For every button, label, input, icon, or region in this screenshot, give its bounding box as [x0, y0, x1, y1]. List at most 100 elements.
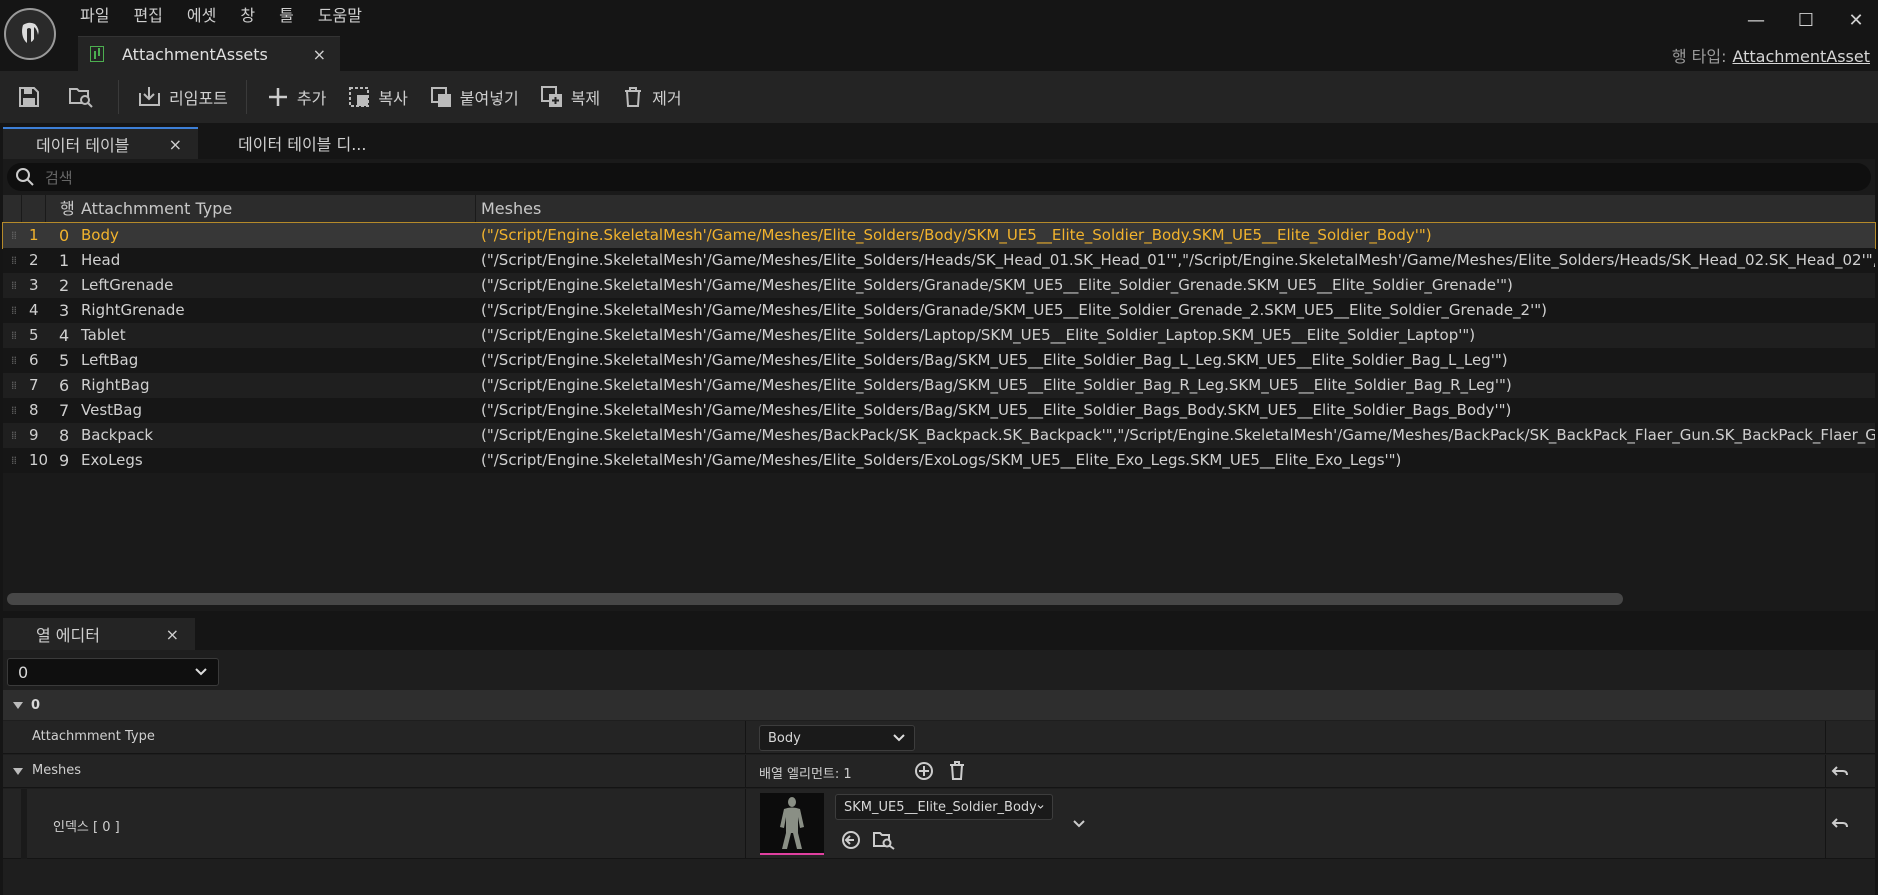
table-row[interactable]: ⁞⁞ 2 1 Head ("/Script/Engine.SkeletalMes…	[3, 248, 1875, 273]
attachment-type-dropdown[interactable]: Body	[759, 725, 915, 751]
column-splitter[interactable]	[745, 721, 746, 753]
paste-row-button[interactable]: 붙여넣기	[418, 77, 529, 117]
document-tab[interactable]: AttachmentAssets ×	[78, 36, 340, 71]
drag-handle-icon[interactable]: ⁞⁞	[11, 398, 19, 423]
table-row[interactable]: ⁞⁞ 1 0 Body ("/Script/Engine.SkeletalMes…	[2, 222, 1876, 249]
table-row[interactable]: ⁞⁞ 5 4 Tablet ("/Script/Engine.SkeletalM…	[3, 323, 1875, 348]
tab-data-table-details[interactable]: 데이터 테이블 디...	[238, 127, 398, 159]
row-type-link[interactable]: AttachmentAsset	[1732, 47, 1870, 66]
array-elements-count: 배열 엘리먼트: 1	[759, 767, 852, 782]
mesh-thumbnail[interactable]	[760, 793, 824, 855]
table-row[interactable]: ⁞⁞ 6 5 LeftBag ("/Script/Engine.Skeletal…	[3, 348, 1875, 373]
close-tab-icon[interactable]: ×	[169, 135, 182, 154]
reimport-button[interactable]: 리임포트	[127, 77, 238, 117]
reset-arrow-icon[interactable]	[1831, 817, 1849, 831]
row-meshes: ("/Script/Engine.SkeletalMesh'/Game/Mesh…	[481, 451, 1402, 469]
add-label: 추가	[296, 89, 327, 108]
use-selected-asset-icon[interactable]	[841, 830, 861, 850]
menu-tools[interactable]: 툴	[267, 4, 306, 28]
trash-icon	[620, 84, 646, 110]
drag-handle-icon[interactable]: ⁞⁞	[11, 348, 19, 373]
drag-handle-icon[interactable]: ⁞⁞	[11, 273, 19, 298]
add-element-icon[interactable]	[914, 761, 934, 781]
tab-column-editor[interactable]: 열 에디터 ×	[3, 618, 195, 650]
row-attachment-type: VestBag	[81, 401, 143, 419]
reset-arrow-icon[interactable]	[1831, 765, 1849, 779]
menu-edit[interactable]: 편집	[121, 4, 174, 28]
row-number: 1	[29, 226, 39, 244]
menu-asset[interactable]: 에셋	[175, 4, 228, 28]
drag-handle-icon[interactable]: ⁞⁞	[11, 298, 19, 323]
chevron-down-icon[interactable]	[1072, 819, 1086, 829]
expand-arrow-icon[interactable]	[13, 768, 23, 775]
row-index: 7	[59, 401, 70, 420]
column-editor-tab-bar: 열 에디터 ×	[0, 618, 1878, 650]
table-row[interactable]: ⁞⁞ 3 2 LeftGrenade ("/Script/Engine.Skel…	[3, 273, 1875, 298]
row-number: 6	[29, 351, 39, 369]
row-number: 10	[29, 451, 49, 469]
trash-icon[interactable]	[948, 761, 966, 781]
table-row[interactable]: ⁞⁞ 10 9 ExoLegs ("/Script/Engine.Skeleta…	[3, 448, 1875, 473]
column-header-row[interactable]: 행	[60, 195, 75, 223]
close-window-icon[interactable]: ✕	[1844, 8, 1868, 32]
drag-handle-icon[interactable]: ⁞⁞	[11, 373, 19, 398]
row-attachment-type: RightBag	[81, 376, 150, 394]
search-box[interactable]: 검색	[7, 163, 1871, 191]
drag-handle-icon[interactable]: ⁞⁞	[11, 248, 19, 273]
reset-column-divider	[1825, 789, 1826, 858]
horizontal-scrollbar[interactable]	[7, 593, 1623, 605]
row-attachment-type: Body	[81, 226, 119, 244]
close-tab-icon[interactable]: ×	[313, 45, 326, 64]
row-attachment-type: RightGrenade	[81, 301, 185, 319]
duplicate-icon	[539, 84, 565, 110]
table-row[interactable]: ⁞⁞ 8 7 VestBag ("/Script/Engine.Skeletal…	[3, 398, 1875, 423]
document-tab-label: AttachmentAssets	[122, 44, 268, 64]
drag-handle-icon[interactable]: ⁞⁞	[11, 323, 19, 348]
column-header-attachment-type[interactable]: Attachmment Type	[81, 195, 232, 223]
column-editor-panel: 0 0 Attachmment Type Body Meshes 배열 엘리먼트…	[3, 650, 1875, 895]
duplicate-row-button[interactable]: 복제	[529, 77, 610, 117]
maximize-icon[interactable]: ☐	[1794, 8, 1818, 32]
table-row[interactable]: ⁞⁞ 7 6 RightBag ("/Script/Engine.Skeleta…	[3, 373, 1875, 398]
reset-column-divider	[1825, 721, 1826, 753]
table-row[interactable]: ⁞⁞ 4 3 RightGrenade ("/Script/Engine.Ske…	[3, 298, 1875, 323]
data-table-icon	[90, 46, 104, 62]
expand-arrow-icon[interactable]	[13, 701, 23, 709]
mesh-asset-value: SKM_UE5__Elite_Soldier_Body	[844, 799, 1037, 815]
menu-file[interactable]: 파일	[68, 4, 121, 28]
close-tab-icon[interactable]: ×	[166, 625, 179, 644]
paste-icon	[428, 84, 454, 110]
menu-help[interactable]: 도움말	[306, 4, 374, 28]
search-input[interactable]: 검색	[45, 167, 73, 188]
menu-window[interactable]: 창	[228, 4, 267, 28]
tab-data-table[interactable]: 데이터 테이블 ×	[3, 127, 198, 159]
minimize-icon[interactable]: —	[1744, 8, 1768, 32]
mesh-asset-dropdown[interactable]: SKM_UE5__Elite_Soldier_Body	[835, 794, 1053, 820]
section-header[interactable]: 0	[3, 690, 1875, 720]
save-button[interactable]	[6, 77, 58, 117]
row-attachment-type: Head	[81, 251, 121, 269]
row-meshes: ("/Script/Engine.SkeletalMesh'/Game/Mesh…	[481, 251, 1875, 269]
row-meshes: ("/Script/Engine.SkeletalMesh'/Game/Mesh…	[481, 351, 1508, 369]
column-splitter[interactable]	[745, 789, 746, 858]
index-0-row: 인덱스 [ 0 ] SKM_UE5__Elite_Soldier_Body	[3, 789, 1875, 859]
table-row[interactable]: ⁞⁞ 9 8 Backpack ("/Script/Engine.Skeleta…	[3, 423, 1875, 448]
remove-row-button[interactable]: 제거	[610, 77, 691, 117]
add-row-button[interactable]: 추가	[255, 77, 336, 117]
drag-handle-icon[interactable]: ⁞⁞	[11, 223, 19, 248]
column-header-meshes[interactable]: Meshes	[481, 195, 541, 223]
browse-asset-icon[interactable]	[873, 830, 895, 850]
row-index: 9	[59, 451, 70, 470]
browse-button[interactable]	[58, 77, 110, 117]
copy-row-button[interactable]: 복사	[336, 77, 417, 117]
drag-handle-icon[interactable]: ⁞⁞	[11, 423, 19, 448]
row-index: 8	[59, 426, 70, 445]
column-splitter[interactable]	[745, 755, 746, 787]
drag-handle-icon[interactable]: ⁞⁞	[11, 448, 19, 473]
row-number: 4	[29, 301, 39, 319]
row-meshes: ("/Script/Engine.SkeletalMesh'/Game/Mesh…	[481, 376, 1512, 394]
unreal-logo-icon[interactable]	[4, 8, 56, 60]
row-select-combo[interactable]: 0	[7, 658, 219, 686]
row-meshes: ("/Script/Engine.SkeletalMesh'/Game/Mesh…	[481, 426, 1875, 444]
tab-column-editor-label: 열 에디터	[36, 626, 100, 645]
